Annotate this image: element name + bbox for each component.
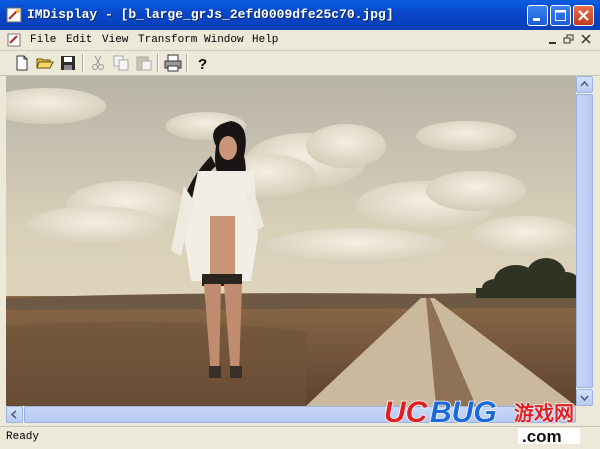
svg-text:BUG: BUG [430,396,497,429]
displayed-photo [6,76,576,406]
new-icon[interactable] [12,53,32,73]
save-icon[interactable] [58,53,78,73]
arrow-up-icon [580,80,589,87]
menu-view[interactable]: View [102,34,128,46]
maximize-button[interactable] [550,5,571,26]
vertical-scrollbar[interactable] [576,76,593,406]
print-icon[interactable] [163,53,183,73]
svg-text:.com: .com [522,427,562,446]
image-viewport[interactable] [6,76,576,406]
scroll-left-button[interactable] [6,406,23,423]
vertical-scroll-thumb[interactable] [576,94,593,388]
close-button[interactable] [573,5,594,26]
toolbar: ? [0,51,600,76]
menu-edit[interactable]: Edit [66,34,92,46]
mdi-restore-icon[interactable] [562,33,576,46]
toolbar-separator [157,54,159,72]
menu-bar: File Edit View Transform Window Help [0,30,600,51]
ucbug-watermark-logo: UC BUG 游戏网 .com [384,395,580,446]
mdi-close-icon[interactable] [579,33,593,46]
document-icon[interactable] [6,32,22,48]
help-icon[interactable]: ? [192,53,212,73]
menu-window[interactable]: Window [204,34,244,46]
title-bar[interactable]: IMDisplay - [b_large_grJs_2efd0009dfe25c… [0,0,600,30]
app-icon [6,7,22,23]
mdi-minimize-icon[interactable] [546,33,560,46]
svg-text:UC: UC [384,396,429,429]
maximize-icon [555,10,566,21]
minimize-button[interactable] [527,5,548,26]
svg-text:?: ? [198,56,207,73]
open-icon[interactable] [35,53,55,73]
status-text: Ready [6,431,40,443]
cut-icon[interactable] [88,53,108,73]
arrow-left-icon [10,410,17,419]
copy-icon[interactable] [111,53,131,73]
close-icon [578,10,589,21]
menu-transform[interactable]: Transform [138,34,197,46]
window-title: IMDisplay - [b_large_grJs_2efd0009dfe25c… [27,7,394,22]
svg-text:游戏网: 游戏网 [514,401,574,425]
toolbar-separator [82,54,84,72]
menu-file[interactable]: File [30,34,56,46]
toolbar-separator [186,54,188,72]
minimize-icon [533,18,540,21]
paste-icon[interactable] [134,53,154,73]
menu-help[interactable]: Help [252,34,278,46]
scroll-up-button[interactable] [576,76,593,93]
